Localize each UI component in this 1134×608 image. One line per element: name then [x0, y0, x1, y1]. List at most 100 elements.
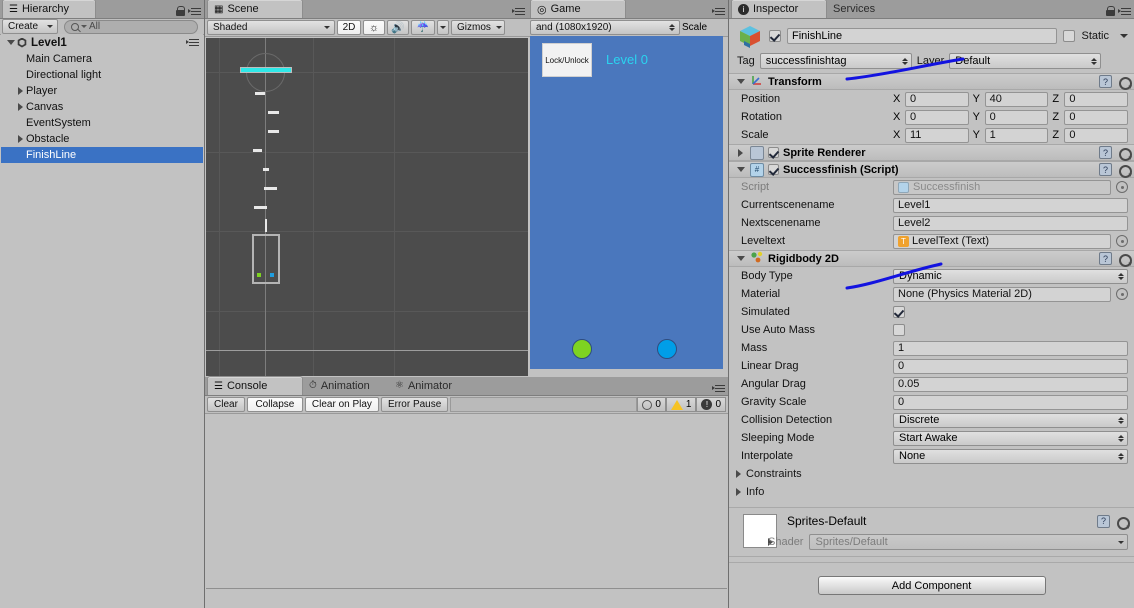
rigidbody-linear-drag-input[interactable]: 0	[893, 358, 1128, 374]
tab-console[interactable]: ☰ Console	[207, 376, 303, 395]
chevron-right-icon[interactable]	[15, 102, 26, 113]
hierarchy-item-finishline[interactable]: FinishLine	[1, 147, 203, 163]
scene-effects-button[interactable]: ☔	[411, 20, 435, 35]
hierarchy-tree[interactable]: Level1 Main Camera Directional light Playe…	[1, 34, 203, 607]
game-aspect-dropdown[interactable]: and (1080x1920)	[530, 20, 680, 35]
help-icon[interactable]: ?	[1099, 75, 1112, 88]
object-picker-icon[interactable]	[1116, 181, 1128, 193]
script-leveltext-input[interactable]: T LevelText (Text)	[893, 233, 1111, 249]
transform-rotation-y-input[interactable]: 0	[984, 109, 1049, 125]
sprite-renderer-foldout-icon[interactable]	[735, 147, 746, 158]
script-enabled-checkbox[interactable]	[768, 164, 779, 175]
rigidbody-mass-input[interactable]: 1	[893, 340, 1128, 356]
rigidbody-material-input[interactable]: None (Physics Material 2D)	[893, 286, 1111, 302]
tab-inspector[interactable]: i Inspector	[731, 0, 827, 18]
transform-position-z-input[interactable]: 0	[1064, 91, 1129, 107]
game-tab-options[interactable]	[712, 7, 725, 16]
lock-unlock-button[interactable]: Lock/Unlock	[542, 43, 592, 77]
rigidbody-body-type-dropdown[interactable]: Dynamic	[893, 268, 1128, 284]
transform-foldout-icon[interactable]	[735, 76, 746, 87]
gear-icon[interactable]	[1117, 252, 1132, 268]
tag-dropdown[interactable]: successfinishtag	[759, 53, 912, 69]
tab-game[interactable]: ◎ Game	[530, 0, 626, 18]
script-currentscenename-input[interactable]: Level1	[893, 197, 1128, 213]
scene-lighting-toggle[interactable]: ☼	[363, 20, 385, 35]
rigidbody-use-auto-mass-checkbox[interactable]	[893, 324, 905, 336]
game-viewport[interactable]: Lock/Unlock Level 0	[530, 36, 723, 369]
script-foldout-icon[interactable]	[735, 164, 746, 175]
transform-scale-z-input[interactable]: 0	[1064, 127, 1129, 143]
transform-position-x-input[interactable]: 0	[905, 91, 969, 107]
hierarchy-item-main-camera[interactable]: Main Camera	[1, 51, 203, 67]
tab-scene[interactable]: ▦ Scene	[207, 0, 303, 18]
tab-animation[interactable]: ⏱ Animation	[303, 376, 389, 395]
console-error-filter[interactable]: ! 0	[696, 397, 726, 412]
hierarchy-item-eventsystem[interactable]: EventSystem	[1, 115, 203, 131]
chevron-down-icon[interactable]	[5, 37, 16, 48]
static-checkbox[interactable]	[1063, 30, 1076, 42]
scene-2d-toggle[interactable]: 2D	[337, 20, 361, 35]
rigidbody-foldout-constraints[interactable]: Constraints	[729, 465, 1134, 483]
add-component-button[interactable]: Add Component	[817, 576, 1046, 595]
gear-icon[interactable]	[1117, 146, 1132, 162]
layer-dropdown[interactable]: Default	[949, 53, 1102, 69]
scene-menu-icon[interactable]	[186, 38, 199, 47]
lock-icon[interactable]	[176, 6, 185, 16]
gear-icon[interactable]	[1115, 515, 1130, 531]
rigidbody-sleeping-mode-dropdown[interactable]: Start Awake	[893, 430, 1128, 446]
game-menu-icon[interactable]	[712, 7, 725, 16]
tab-animator[interactable]: ⚛ Animator	[389, 376, 471, 395]
hierarchy-item-player[interactable]: Player	[1, 83, 203, 99]
scene-tab-options[interactable]	[512, 7, 525, 16]
scene-finishline-object[interactable]	[240, 67, 292, 73]
help-icon[interactable]: ?	[1099, 163, 1112, 176]
console-clear-button[interactable]: Clear	[207, 397, 245, 412]
help-icon[interactable]: ?	[1099, 146, 1112, 159]
console-info-filter[interactable]: 0	[637, 397, 666, 412]
help-icon[interactable]: ?	[1097, 514, 1110, 528]
console-log-area[interactable]	[206, 414, 727, 607]
chevron-right-icon[interactable]	[733, 487, 744, 498]
sprite-renderer-enabled-checkbox[interactable]	[768, 147, 779, 158]
help-icon[interactable]: ?	[1099, 252, 1112, 265]
hierarchy-item-directional-light[interactable]: Directional light	[1, 67, 203, 83]
scene-audio-toggle[interactable]: 🔊	[387, 20, 409, 35]
chevron-right-icon[interactable]	[15, 134, 26, 145]
object-picker-icon[interactable]	[1116, 288, 1128, 300]
console-error-pause-button[interactable]: Error Pause	[380, 397, 449, 412]
sprite-renderer-component-header[interactable]: Sprite Renderer ?	[729, 144, 1134, 162]
gameobject-enabled-checkbox[interactable]	[769, 30, 781, 42]
hierarchy-tab-options[interactable]	[176, 6, 201, 16]
transform-component-header[interactable]: Transform ?	[729, 73, 1134, 91]
create-button[interactable]: Create	[2, 19, 58, 34]
rigidbody-foldout-info[interactable]: Info	[729, 483, 1134, 501]
hierarchy-item-obstacle[interactable]: Obstacle	[1, 131, 203, 147]
gear-icon[interactable]	[1117, 163, 1132, 179]
hierarchy-item-canvas[interactable]: Canvas	[1, 99, 203, 115]
console-clear-on-play-button[interactable]: Clear on Play	[304, 397, 379, 412]
rigidbody-gravity-scale-input[interactable]: 0	[893, 394, 1128, 410]
rigidbody-angular-drag-input[interactable]: 0.05	[893, 376, 1128, 392]
object-picker-icon[interactable]	[1116, 235, 1128, 247]
transform-rotation-x-input[interactable]: 0	[905, 109, 969, 125]
scene-draw-mode-dropdown[interactable]: Shaded	[207, 20, 335, 35]
scene-menu-icon-2[interactable]	[512, 7, 525, 16]
chevron-right-icon[interactable]	[733, 469, 744, 480]
inspector-tab-options[interactable]	[1106, 6, 1131, 16]
rigidbody-interpolate-dropdown[interactable]: None	[893, 448, 1128, 464]
rigidbody-foldout-icon[interactable]	[735, 253, 746, 264]
hierarchy-search-input[interactable]: All	[64, 19, 198, 34]
script-nextscenename-input[interactable]: Level2	[893, 215, 1128, 231]
hierarchy-scene-root[interactable]: Level1	[1, 34, 203, 51]
script-component-header[interactable]: # Successfinish (Script) ?	[729, 161, 1134, 179]
scene-gizmos-dropdown[interactable]: Gizmos	[451, 20, 505, 35]
rigidbody-collision-detection-dropdown[interactable]: Discrete	[893, 412, 1128, 428]
scene-effects-dropdown[interactable]	[437, 20, 449, 35]
scene-viewport[interactable]	[206, 38, 528, 376]
inspector-menu-icon[interactable]	[1118, 7, 1131, 16]
gear-icon[interactable]	[1117, 75, 1132, 91]
rigidbody2d-component-header[interactable]: Rigidbody 2D ?	[729, 250, 1134, 268]
tab-hierarchy[interactable]: ☰ Hierarchy	[2, 0, 96, 18]
tab-services[interactable]: Services	[827, 0, 899, 18]
console-tab-options[interactable]	[712, 384, 725, 393]
